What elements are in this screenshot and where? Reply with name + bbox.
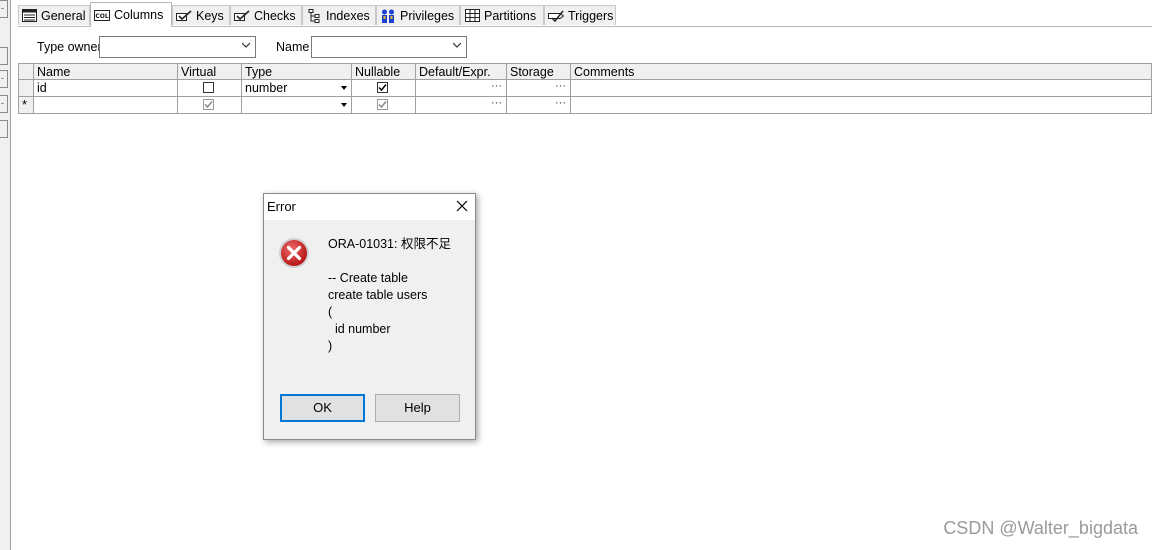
dropdown-arrow-icon[interactable] [341, 103, 347, 107]
checkmark-icon [378, 101, 387, 109]
tab-general[interactable]: General [18, 5, 90, 25]
triggers-icon [548, 9, 564, 22]
table-row: id number ··· ··· [18, 80, 1152, 97]
error-dialog: Error ORA-01031: 权限不足 -- Create table cr… [263, 193, 476, 440]
help-button[interactable]: Help [375, 394, 460, 422]
name-combo[interactable] [311, 36, 467, 58]
cell-nullable[interactable] [352, 97, 416, 114]
header-name[interactable]: Name [34, 63, 178, 80]
cell-comments[interactable] [571, 97, 1152, 114]
chevron-down-icon [453, 42, 461, 48]
tab-indexes-label: Indexes [326, 8, 370, 23]
nullable-checkbox[interactable] [377, 82, 388, 93]
grid-header-row: Name Virtual Type Nullable Default/Expr.… [18, 63, 1152, 80]
left-panel-button[interactable]: - [0, 0, 8, 18]
cell-type[interactable] [242, 97, 352, 114]
watermark: CSDN @Walter_bigdata [943, 518, 1138, 538]
tab-bar: General COL Columns Keys Checks Indexes … [18, 0, 1152, 27]
row-indicator-header [18, 63, 34, 80]
sql-line: -- Create table [328, 271, 408, 285]
chevron-down-icon [242, 42, 250, 48]
sql-line: id number [328, 322, 391, 336]
header-nullable[interactable]: Nullable [352, 63, 416, 80]
ok-button[interactable]: OK [280, 394, 365, 422]
tab-checks-label: Checks [254, 8, 296, 23]
header-comments[interactable]: Comments [571, 63, 1152, 80]
cell-virtual[interactable] [178, 97, 242, 114]
cell-comments[interactable] [571, 80, 1152, 97]
sql-line: ( [328, 305, 333, 319]
checks-icon [234, 9, 250, 22]
cell-type[interactable]: number [242, 80, 352, 97]
tab-checks[interactable]: Checks [230, 5, 302, 25]
sql-line: create table users [328, 288, 428, 302]
virtual-checkbox[interactable] [203, 99, 214, 110]
error-message: ORA-01031: 权限不足 [328, 237, 451, 251]
tab-keys-label: Keys [196, 8, 224, 23]
name-label: Name [276, 40, 310, 54]
keys-icon [176, 9, 192, 22]
columns-icon: COL [94, 9, 110, 22]
virtual-checkbox[interactable] [203, 82, 214, 93]
header-type[interactable]: Type [242, 63, 352, 80]
row-indicator[interactable] [18, 80, 34, 97]
tab-indexes[interactable]: Indexes [302, 5, 376, 25]
tab-columns[interactable]: COL Columns [90, 2, 172, 27]
left-panel-button[interactable]: - [0, 95, 8, 113]
tab-columns-label: Columns [114, 8, 164, 22]
new-row-indicator[interactable]: * [18, 97, 34, 114]
ellipsis-button[interactable]: ··· [555, 97, 566, 111]
type-owner-combo[interactable] [99, 36, 256, 58]
dialog-titlebar[interactable]: Error [264, 194, 475, 220]
nullable-checkbox[interactable] [377, 99, 388, 110]
left-panel-button[interactable]: - [0, 70, 8, 88]
tab-partitions-label: Partitions [484, 8, 537, 23]
ellipsis-button[interactable]: ··· [491, 97, 502, 111]
close-icon[interactable] [455, 199, 469, 213]
left-panel-button[interactable] [0, 47, 8, 65]
header-virtual[interactable]: Virtual [178, 63, 242, 80]
header-storage[interactable]: Storage [507, 63, 571, 80]
cell-default[interactable]: ··· [416, 80, 507, 97]
cell-nullable[interactable] [352, 80, 416, 97]
tab-partitions[interactable]: Partitions [460, 5, 544, 25]
dropdown-arrow-icon[interactable] [341, 86, 347, 90]
cell-storage[interactable]: ··· [507, 97, 571, 114]
ellipsis-button[interactable]: ··· [491, 80, 502, 94]
cell-default[interactable]: ··· [416, 97, 507, 114]
cell-type-value: number [245, 81, 288, 95]
tab-privileges-label: Privileges [400, 8, 455, 23]
tab-triggers[interactable]: Triggers [544, 5, 616, 25]
table-row: * ··· ··· [18, 97, 1152, 114]
cell-virtual[interactable] [178, 80, 242, 97]
type-owner-label: Type owner [37, 40, 102, 54]
partitions-icon [464, 9, 480, 22]
tab-triggers-label: Triggers [568, 8, 614, 23]
indexes-icon [306, 8, 322, 23]
cell-name[interactable] [34, 97, 178, 114]
svg-text:COL: COL [95, 13, 109, 20]
left-panel-button[interactable] [0, 120, 8, 138]
header-default[interactable]: Default/Expr. [416, 63, 507, 80]
tab-privileges[interactable]: Privileges [376, 5, 460, 25]
ellipsis-button[interactable]: ··· [555, 80, 566, 94]
tab-general-label: General [41, 8, 86, 23]
privileges-icon [380, 9, 396, 23]
sql-line: ) [328, 339, 333, 353]
left-panel-edge: - - - [0, 0, 11, 550]
general-table-icon [22, 9, 37, 22]
checkmark-icon [378, 84, 387, 92]
checkmark-icon [204, 101, 213, 109]
dialog-title: Error [267, 199, 296, 214]
cell-name[interactable]: id [34, 80, 178, 97]
cell-storage[interactable]: ··· [507, 80, 571, 97]
tab-keys[interactable]: Keys [172, 5, 230, 25]
error-icon [279, 238, 309, 268]
